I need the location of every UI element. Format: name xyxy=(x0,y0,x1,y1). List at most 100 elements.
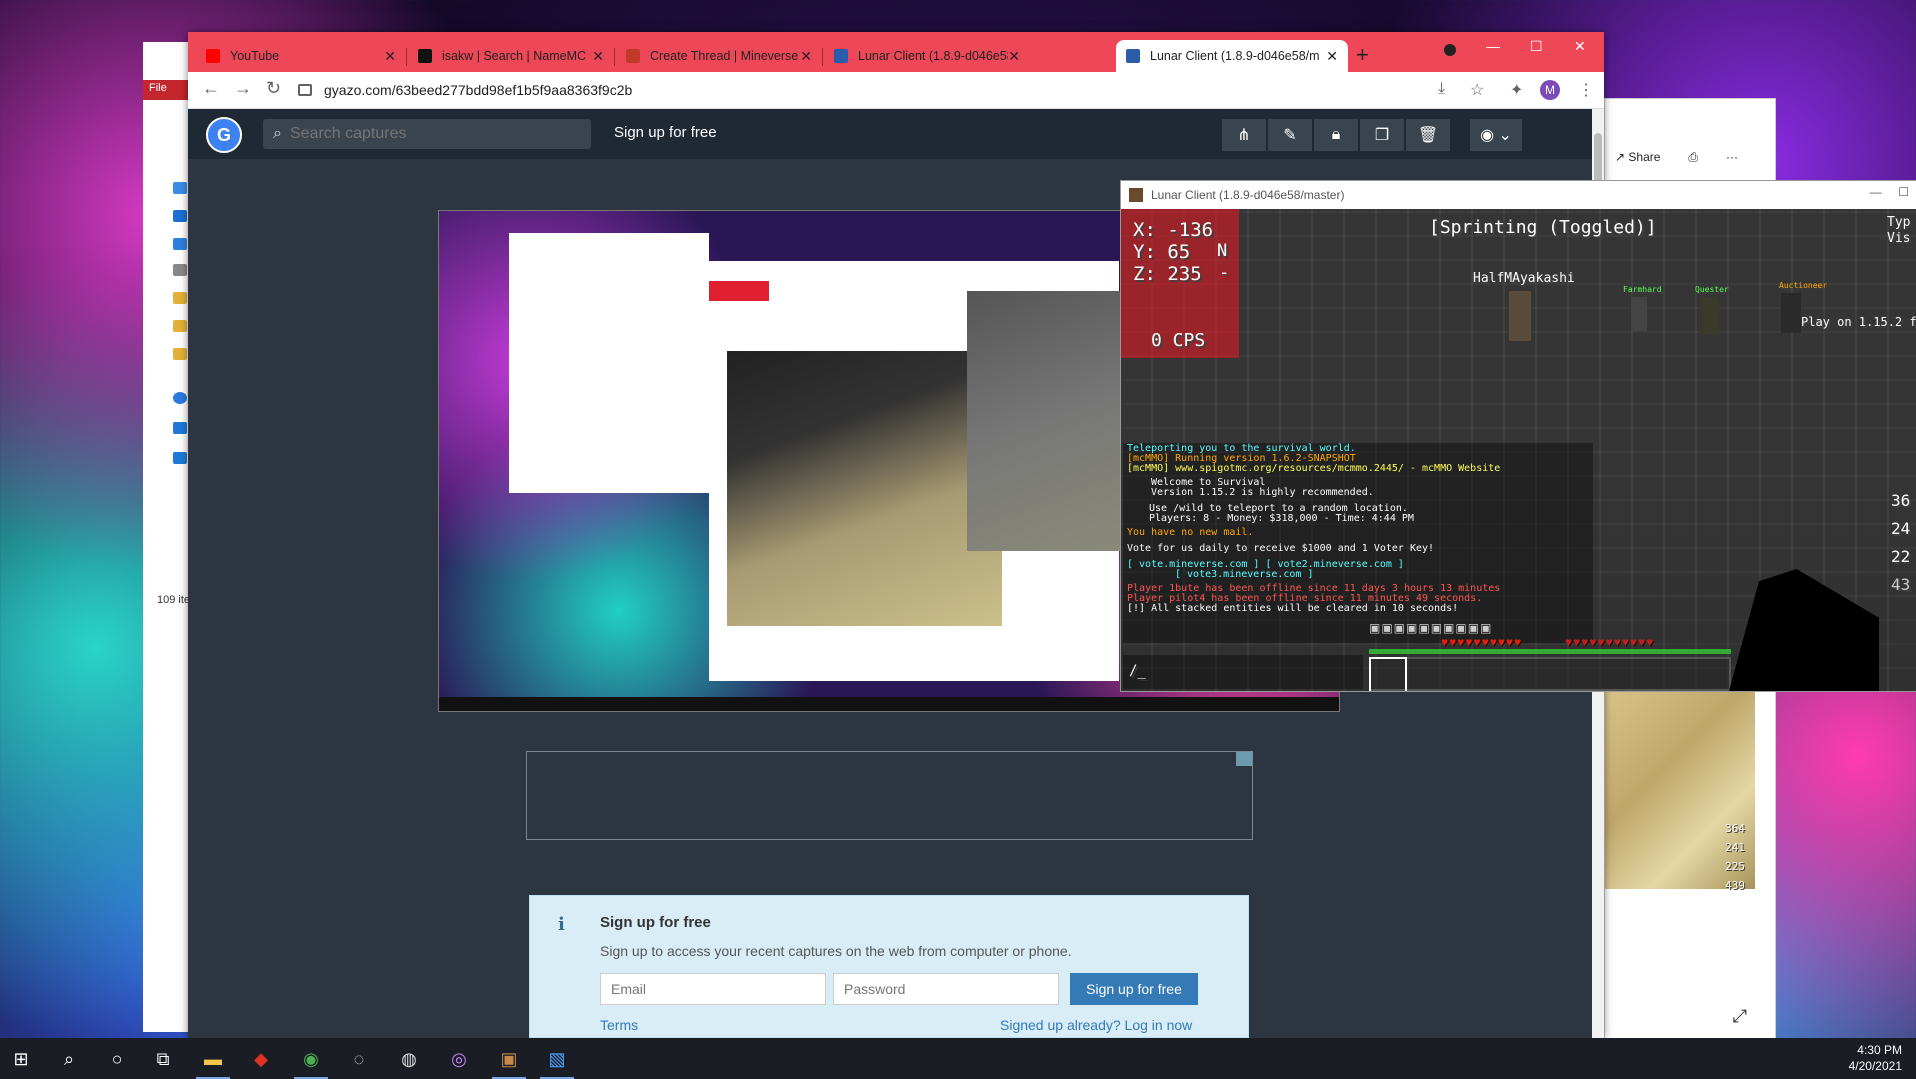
share-icon[interactable]: ⋔ xyxy=(1222,119,1266,151)
app-icon[interactable]: ◎ xyxy=(448,1048,470,1070)
chat-line: Vote for us daily to receive $1000 and 1… xyxy=(1127,543,1435,554)
desktop-icon[interactable] xyxy=(173,210,187,222)
lunar-client-window[interactable]: Lunar Client (1.8.9-d046e58/master) — ☐ … xyxy=(1120,180,1916,692)
tab-lunar-client[interactable]: Lunar Client (1.8.9-d046e58/m ✕ xyxy=(824,40,1030,72)
stat-value: 24 xyxy=(1891,519,1911,538)
lock-icon[interactable]: 🔒︎ xyxy=(1314,119,1358,151)
chat-line: Version 1.15.2 is highly recommended. xyxy=(1151,487,1374,498)
lunar-client-icon[interactable]: ▣ xyxy=(498,1048,520,1070)
search-icon[interactable]: ⌕ xyxy=(58,1048,80,1070)
photo-hud-value: 439 xyxy=(1725,879,1745,892)
quick-access-icon[interactable] xyxy=(173,182,187,194)
extensions-icon[interactable]: ✦ xyxy=(1510,80,1523,100)
search-box[interactable]: ⌕ xyxy=(263,119,591,149)
coordinates-hud: X: -136 Y: 65 Z: 235 N - xyxy=(1121,209,1239,324)
folder-icon[interactable] xyxy=(173,320,187,332)
tab-close-icon[interactable]: ✕ xyxy=(1326,48,1338,65)
tab-search-icon[interactable] xyxy=(1444,44,1456,56)
back-icon[interactable]: ← xyxy=(202,78,220,99)
tab-close-icon[interactable]: ✕ xyxy=(1008,48,1020,65)
windows-taskbar: ⊞ ⌕ ○ ⧉ ▬ ◆ ◉ ◌ ◍ ◎ ▣ ▧ 4:30 PM 4/20/202… xyxy=(0,1038,1916,1079)
obs-icon[interactable]: ◍ xyxy=(398,1048,420,1070)
onedrive-icon[interactable] xyxy=(173,392,187,404)
copy-icon[interactable]: ❐ xyxy=(1360,119,1404,151)
lock-icon xyxy=(298,84,312,96)
network-icon[interactable] xyxy=(173,452,187,464)
install-icon[interactable]: ⤓ xyxy=(1438,80,1445,98)
signup-title: Sign up for free xyxy=(600,914,711,931)
reload-icon[interactable]: ↻ xyxy=(266,78,281,99)
cortana-icon[interactable]: ○ xyxy=(106,1048,128,1070)
photos-share-button[interactable]: ↗ Share xyxy=(1615,150,1660,164)
login-link[interactable]: Signed up already? Log in now xyxy=(1000,1017,1192,1033)
downloads-icon[interactable] xyxy=(173,238,187,250)
npc-model xyxy=(1631,297,1647,331)
edit-icon[interactable]: ✎ xyxy=(1268,119,1312,151)
resize-handle-icon[interactable] xyxy=(1236,752,1252,766)
chat-input-text[interactable]: /_ xyxy=(1129,663,1146,679)
chrome-icon[interactable]: ◉ xyxy=(300,1048,322,1070)
this-pc-icon[interactable] xyxy=(173,422,187,434)
tab-close-icon[interactable]: ✕ xyxy=(384,48,396,65)
hotbar[interactable] xyxy=(1369,657,1731,691)
tab-namemc[interactable]: isakw | Search | NameMC ✕ xyxy=(408,40,614,72)
folder-icon[interactable] xyxy=(173,348,187,360)
hotbar-selected-slot[interactable] xyxy=(1369,657,1407,691)
tab-lunar-client-active[interactable]: Lunar Client (1.8.9-d046e58/m ✕ xyxy=(1116,40,1348,72)
tab-close-icon[interactable]: ✕ xyxy=(800,48,812,65)
explorer-file-tab[interactable]: File xyxy=(143,80,193,100)
terms-link[interactable]: Terms xyxy=(600,1017,638,1033)
signup-button[interactable]: Sign up for free xyxy=(1070,973,1198,1005)
gyazo-logo-icon[interactable]: G xyxy=(206,117,242,153)
sprint-toggle-text: [Sprinting (Toggled)] xyxy=(1429,217,1657,238)
signup-link[interactable]: Sign up for free xyxy=(614,124,717,141)
photos-icon[interactable]: ▧ xyxy=(546,1048,568,1070)
account-menu-button[interactable]: ◉ ⌄ xyxy=(1470,119,1522,151)
file-explorer-window[interactable]: File 109 ite xyxy=(143,42,194,1032)
trash-icon[interactable]: 🗑︎ xyxy=(1406,119,1450,151)
window-controls[interactable]: — ☐ xyxy=(1870,185,1909,199)
lunar-client-icon xyxy=(1126,49,1140,63)
forward-icon[interactable]: → xyxy=(234,78,252,99)
menu-icon[interactable]: ⋮ xyxy=(1578,80,1594,100)
minimize-icon[interactable]: — xyxy=(1486,38,1500,54)
tab-title: YouTube xyxy=(230,49,280,63)
more-options-button[interactable]: ··· xyxy=(1726,150,1738,164)
xp-bar xyxy=(1369,649,1731,654)
close-icon[interactable]: ✕ xyxy=(1574,38,1586,55)
system-clock[interactable]: 4:30 PM 4/20/2021 xyxy=(1849,1042,1902,1074)
tab-youtube[interactable]: YouTube ✕ xyxy=(196,40,406,72)
address-bar[interactable]: gyazo.com/63beed277bdd98ef1b5f9aa8363f9c… xyxy=(298,76,1398,104)
window-titlebar[interactable]: Lunar Client (1.8.9-d046e58/master) — ☐ xyxy=(1121,181,1916,209)
signup-panel: i Sign up for free Sign up to access you… xyxy=(529,895,1249,1038)
task-view-icon[interactable]: ⧉ xyxy=(152,1048,174,1070)
npc-tag: Quester xyxy=(1695,285,1729,294)
game-viewport[interactable]: X: -136 Y: 65 Z: 235 N - 0 CPS [Sprintin… xyxy=(1121,209,1916,691)
print-icon[interactable]: ⎙ xyxy=(1688,150,1698,165)
profile-avatar[interactable]: M xyxy=(1540,80,1560,100)
password-field[interactable] xyxy=(833,973,1059,1005)
file-explorer-icon[interactable]: ▬ xyxy=(202,1048,224,1070)
caption-input[interactable] xyxy=(526,751,1253,840)
chat-input[interactable]: /_ xyxy=(1123,655,1363,689)
tab-mineverse[interactable]: Create Thread | Mineverse ✕ xyxy=(616,40,822,72)
email-field[interactable] xyxy=(600,973,826,1005)
bookmark-star-icon[interactable]: ☆ xyxy=(1470,80,1484,100)
windows-start-icon[interactable]: ⊞ xyxy=(10,1048,32,1070)
armor-bar: ▣▣▣▣▣▣▣▣▣▣ xyxy=(1369,621,1493,635)
url-text[interactable]: gyazo.com/63beed277bdd98ef1b5f9aa8363f9c… xyxy=(324,82,632,98)
expand-icon[interactable]: ⤢ xyxy=(1733,1006,1747,1027)
maximize-icon[interactable]: ☐ xyxy=(1530,38,1543,55)
tab-title: isakw | Search | NameMC xyxy=(442,49,587,63)
search-input[interactable] xyxy=(287,124,552,144)
documents-icon[interactable] xyxy=(173,264,187,276)
tab-close-icon[interactable]: ✕ xyxy=(592,48,604,65)
steam-icon[interactable]: ◌ xyxy=(348,1048,370,1070)
clock-time: 4:30 PM xyxy=(1857,1043,1902,1057)
explorer-status-text: 109 ite xyxy=(157,594,191,606)
lunar-client-icon xyxy=(1129,188,1143,202)
mcafee-icon[interactable]: ◆ xyxy=(250,1048,272,1070)
info-icon: i xyxy=(558,914,565,935)
new-tab-button[interactable]: + xyxy=(1356,42,1369,68)
folder-icon[interactable] xyxy=(173,292,187,304)
